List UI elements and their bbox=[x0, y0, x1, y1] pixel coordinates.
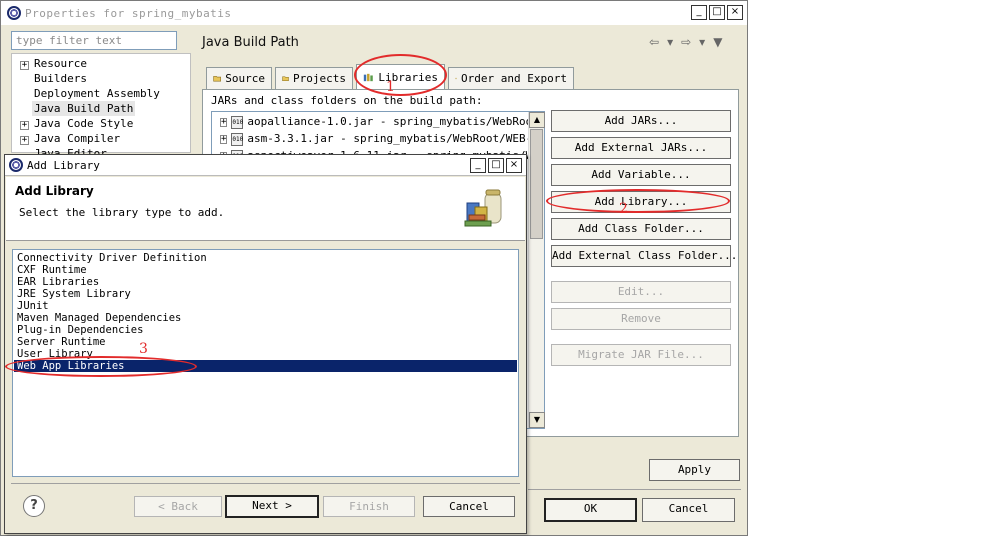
dialog-cancel-button[interactable]: Cancel bbox=[423, 496, 515, 517]
finish-button[interactable]: Finish bbox=[323, 496, 415, 517]
eclipse-logo-icon bbox=[9, 158, 23, 172]
jars-label: JARs and class folders on the build path… bbox=[211, 94, 483, 107]
add-external-class-folder-button[interactable]: Add External Class Folder... bbox=[551, 245, 737, 267]
jar-entry-label: asm-3.3.1.jar - spring_mybatis/WebRoot/W… bbox=[247, 132, 530, 145]
tab-source-label: Source bbox=[225, 72, 265, 85]
page-title: Java Build Path bbox=[202, 35, 299, 50]
dialog-header-subtitle: Select the library type to add. bbox=[19, 206, 225, 219]
cancel-button[interactable]: Cancel bbox=[642, 498, 735, 522]
filter-input[interactable]: type filter text bbox=[11, 31, 177, 50]
annotation-number-3: 3 bbox=[139, 341, 148, 357]
list-item[interactable]: Server Runtime bbox=[14, 336, 517, 348]
nav-item-java-compiler[interactable]: Java Compiler bbox=[34, 131, 120, 146]
tab-libraries[interactable]: Libraries bbox=[356, 64, 445, 89]
expand-java-code-style-icon[interactable]: + bbox=[20, 121, 29, 130]
footer-divider bbox=[528, 489, 741, 490]
ok-button[interactable]: OK bbox=[544, 498, 637, 522]
add-variable-button[interactable]: Add Variable... bbox=[551, 164, 731, 186]
list-item[interactable]: EAR Libraries bbox=[14, 276, 517, 288]
expand-resource-icon[interactable]: + bbox=[20, 61, 29, 70]
dialog-minimize-button[interactable]: _ bbox=[470, 158, 486, 173]
history-navigation: ⇦ ▾ ⇨ ▾ ▼ bbox=[649, 35, 722, 49]
annotation-number-2: 2 bbox=[619, 201, 628, 217]
tab-order-and-export[interactable]: Order and Export bbox=[448, 67, 574, 89]
tab-projects-label: Projects bbox=[293, 72, 346, 85]
scroll-down-icon[interactable]: ▼ bbox=[529, 412, 545, 428]
dialog-title-bar: Add Library _ □ × bbox=[5, 155, 526, 176]
dialog-header: Add Library Select the library type to a… bbox=[6, 177, 525, 241]
apply-button[interactable]: Apply bbox=[649, 459, 740, 481]
library-books-icon bbox=[464, 189, 502, 227]
property-pages-tree: + Resource Builders Deployment Assembly … bbox=[11, 53, 191, 160]
add-class-folder-button[interactable]: Add Class Folder... bbox=[551, 218, 731, 240]
list-item[interactable]: User Library bbox=[14, 348, 517, 360]
library-type-list[interactable]: Connectivity Driver Definition CXF Runti… bbox=[12, 249, 519, 477]
list-item[interactable]: Maven Managed Dependencies bbox=[14, 312, 517, 324]
expand-jar-icon[interactable]: + bbox=[220, 134, 228, 144]
source-folder-icon bbox=[213, 76, 221, 82]
properties-window-title: Properties for spring_mybatis bbox=[25, 6, 232, 20]
add-library-button[interactable]: Add Library... bbox=[551, 191, 731, 213]
add-external-jars-button[interactable]: Add External JARs... bbox=[551, 137, 731, 159]
properties-title-bar: Properties for spring_mybatis _ □ × bbox=[1, 1, 747, 25]
nav-item-java-code-style[interactable]: Java Code Style bbox=[34, 116, 133, 131]
jar-list-scrollbar[interactable]: ▲ ▼ bbox=[528, 112, 545, 428]
close-button[interactable]: × bbox=[727, 5, 743, 20]
migrate-jar-button[interactable]: Migrate JAR File... bbox=[551, 344, 731, 366]
nav-item-java-build-path[interactable]: Java Build Path bbox=[32, 101, 136, 116]
remove-button[interactable]: Remove bbox=[551, 308, 731, 330]
minimize-button[interactable]: _ bbox=[691, 5, 707, 20]
projects-folder-icon bbox=[282, 76, 289, 82]
scroll-thumb[interactable] bbox=[530, 129, 543, 239]
forward-menu-icon[interactable]: ▾ bbox=[699, 35, 705, 49]
tab-projects[interactable]: Projects bbox=[275, 67, 353, 89]
list-item[interactable]: CXF Runtime bbox=[14, 264, 517, 276]
list-item[interactable]: JRE System Library bbox=[14, 288, 517, 300]
add-jars-button[interactable]: Add JARs... bbox=[551, 110, 731, 132]
list-item-selected[interactable]: Web App Libraries bbox=[14, 360, 517, 372]
jar-file-icon: 010 bbox=[231, 115, 244, 129]
tab-source[interactable]: Source bbox=[206, 67, 272, 89]
view-menu-icon[interactable]: ▼ bbox=[713, 35, 722, 49]
dialog-title: Add Library bbox=[27, 158, 100, 172]
forward-arrow-icon[interactable]: ⇨ bbox=[681, 35, 691, 49]
libraries-icon bbox=[363, 73, 373, 81]
annotation-number-1: 1 bbox=[386, 79, 395, 95]
scroll-up-icon[interactable]: ▲ bbox=[529, 112, 545, 128]
list-item[interactable]: Connectivity Driver Definition bbox=[14, 252, 517, 264]
expand-jar-icon[interactable]: + bbox=[220, 117, 228, 127]
jar-entry[interactable]: + 010 asm-3.3.1.jar - spring_mybatis/Web… bbox=[220, 131, 530, 147]
dialog-header-title: Add Library bbox=[15, 184, 94, 198]
back-button[interactable]: < Back bbox=[134, 496, 222, 517]
back-menu-icon[interactable]: ▾ bbox=[667, 35, 673, 49]
tab-order-and-export-label: Order and Export bbox=[461, 72, 567, 85]
nav-item-deployment-assembly[interactable]: Deployment Assembly bbox=[34, 86, 160, 101]
nav-item-resource[interactable]: Resource bbox=[34, 56, 87, 71]
jar-entry-label: aopalliance-1.0.jar - spring_mybatis/Web… bbox=[247, 115, 530, 128]
edit-button[interactable]: Edit... bbox=[551, 281, 731, 303]
order-export-icon bbox=[455, 77, 457, 80]
list-item[interactable]: Plug-in Dependencies bbox=[14, 324, 517, 336]
nav-item-builders[interactable]: Builders bbox=[34, 71, 87, 86]
maximize-button[interactable]: □ bbox=[709, 5, 725, 20]
jar-entry[interactable]: + 010 aopalliance-1.0.jar - spring_mybat… bbox=[220, 114, 530, 130]
list-item[interactable]: JUnit bbox=[14, 300, 517, 312]
next-button[interactable]: Next > bbox=[225, 495, 319, 518]
dialog-footer-divider bbox=[11, 483, 520, 484]
add-library-dialog: Add Library _ □ × Add Library Select the… bbox=[4, 154, 527, 534]
help-icon[interactable]: ? bbox=[23, 495, 45, 517]
dialog-close-button[interactable]: × bbox=[506, 158, 522, 173]
back-arrow-icon[interactable]: ⇦ bbox=[649, 35, 659, 49]
expand-java-compiler-icon[interactable]: + bbox=[20, 136, 29, 145]
eclipse-logo-icon bbox=[7, 6, 21, 20]
dialog-maximize-button[interactable]: □ bbox=[488, 158, 504, 173]
jar-file-icon: 010 bbox=[231, 132, 244, 146]
